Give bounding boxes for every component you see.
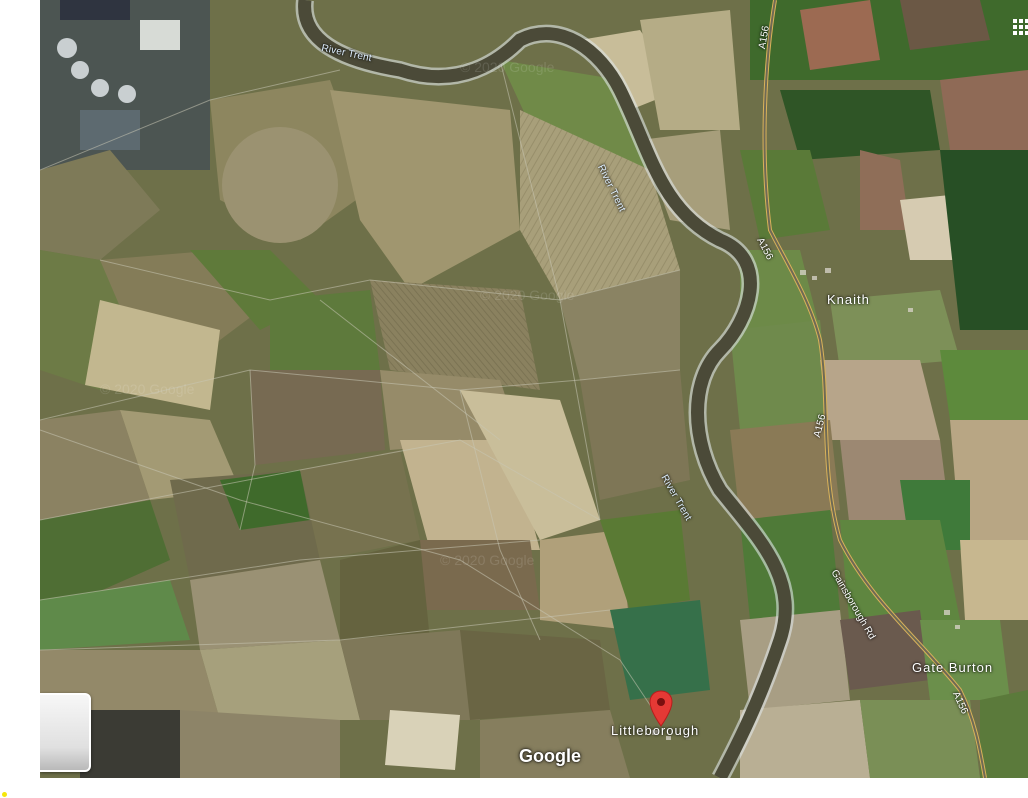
svg-text:© 2020 Google: © 2020 Google (440, 552, 535, 568)
google-attribution: Google (519, 746, 581, 766)
svg-text:© 2020 Google: © 2020 Google (480, 287, 575, 303)
svg-text:© 2020 Google: © 2020 Google (100, 381, 195, 397)
page-margin (0, 0, 40, 798)
map-type-toggle[interactable] (40, 693, 91, 772)
map-pin-icon[interactable] (648, 690, 674, 728)
cursor-dot (2, 792, 7, 797)
bottom-bar (40, 778, 1028, 798)
svg-text:© 2020 Google: © 2020 Google (460, 59, 555, 75)
satellite-imagery: © 2020 Google © 2020 Google © 2020 Googl… (40, 0, 1028, 778)
satellite-map[interactable]: © 2020 Google © 2020 Google © 2020 Googl… (40, 0, 1028, 778)
apps-grid-icon[interactable] (1013, 19, 1028, 35)
